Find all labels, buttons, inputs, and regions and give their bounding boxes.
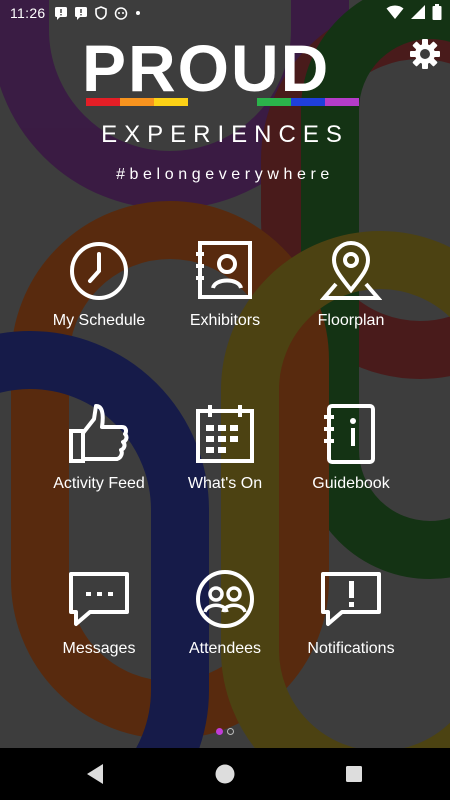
thumbs-up-icon	[69, 404, 129, 463]
alert-bubble-icon	[321, 572, 381, 626]
menu-label: Floorplan	[317, 312, 385, 329]
people-icon	[196, 570, 254, 628]
clock-icon	[70, 242, 128, 300]
gear-icon[interactable]	[407, 36, 443, 72]
dot-icon	[135, 11, 140, 15]
notification-icon	[54, 7, 67, 20]
recents-icon[interactable]	[340, 760, 368, 788]
status-bar: 11:26	[0, 0, 450, 26]
menu-label: Notifications	[307, 640, 395, 657]
page-dot[interactable]	[227, 728, 234, 735]
back-icon[interactable]	[82, 760, 110, 788]
menu-label: Guidebook	[312, 475, 390, 492]
map-pin-icon	[320, 240, 382, 300]
menu-tile-guidebook[interactable]: Guidebook	[276, 403, 426, 523]
menu-tile-floorplan[interactable]: Floorplan	[276, 240, 426, 360]
status-time: 11:26	[10, 5, 46, 21]
contact-book-icon	[196, 241, 252, 299]
info-book-icon	[324, 404, 375, 464]
signal-icon	[411, 5, 425, 19]
home-icon[interactable]	[211, 760, 239, 788]
calendar-icon	[196, 405, 254, 463]
page-indicator	[0, 728, 450, 735]
cat-icon	[114, 7, 127, 20]
menu-grid: My Schedule Exhibitors Floorplan Activit…	[0, 0, 450, 800]
system-nav-bar	[0, 748, 450, 800]
chat-bubble-icon	[69, 572, 129, 626]
wifi-icon	[386, 5, 404, 19]
page-dot-active[interactable]	[216, 728, 223, 735]
notification-icon	[74, 7, 87, 20]
shield-icon	[94, 6, 107, 20]
battery-icon	[432, 4, 442, 20]
menu-tile-notifications[interactable]: Notifications	[276, 568, 426, 688]
